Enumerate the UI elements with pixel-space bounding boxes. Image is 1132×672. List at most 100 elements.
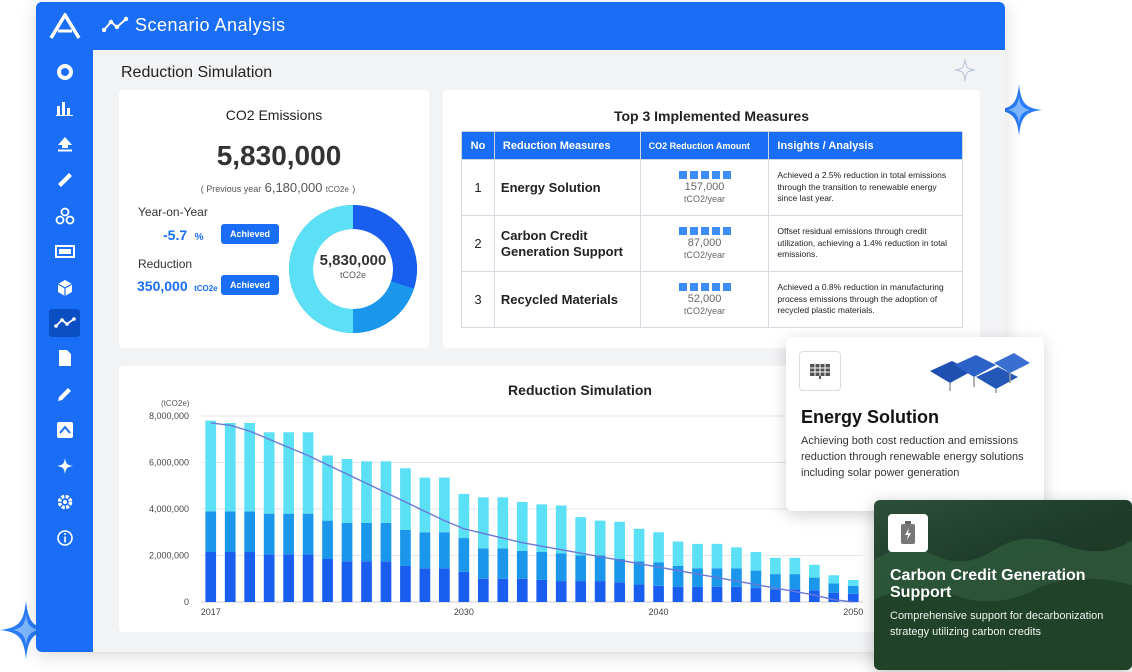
reduction-label: Reduction [138,257,193,271]
bar-segment-2050-0 [847,593,859,602]
sidebar-item-donut[interactable] [49,58,80,86]
bar-segment-2034-1 [536,552,548,580]
bar-segment-2050-1 [847,585,859,594]
bar-segment-2024-2 [341,459,353,523]
col-header-no: No [461,131,495,160]
sidebar-item-scenario[interactable] [49,309,80,337]
sidebar-item-pen[interactable] [49,380,80,408]
prev-year-close: ) [352,184,356,194]
row-number: 1 [461,159,495,216]
sidebar-item-cube[interactable] [49,274,80,302]
donut-segment-secondary [352,280,414,333]
bar-segment-2024-1 [341,522,353,562]
reduction-unit: tCO2/year [684,305,726,316]
bar-segment-2043-0 [711,586,723,602]
bar-segment-2036-2 [575,517,587,556]
measure-name: Carbon Credit Generation Support [493,215,641,272]
carbon-credit-popup[interactable]: Carbon Credit Generation Support Compreh… [874,500,1132,670]
bar-segment-2033-0 [516,578,528,602]
col-header-amount: CO2 Reduction Amount [639,131,770,160]
bar-segment-2045-2 [750,552,762,571]
bar-segment-2046-0 [770,589,781,602]
sidebar-item-image[interactable] [49,416,80,444]
bar-segment-2023-1 [322,520,333,559]
insight-text: Offset residual emissions through credit… [768,215,963,272]
col-header-measures: Reduction Measures [493,131,641,160]
sidebar-item-info[interactable] [49,524,80,552]
bar-segment-2026-1 [380,522,392,562]
bar-segment-2045-0 [750,588,762,602]
bar-segment-2041-0 [672,586,684,602]
cube-icon [57,280,72,296]
energy-solution-popup[interactable]: Energy Solution Achieving both cost redu… [786,337,1044,511]
bar-segment-2019-0 [244,552,256,602]
bar-segment-2019-2 [244,422,256,512]
reduction-achieved-badge: Achieved [221,275,280,295]
sparkle-decoration [954,58,976,82]
sidebar-item-settings[interactable] [49,488,80,516]
line-chart-icon [102,16,129,33]
bar-segment-2017-2 [205,420,217,512]
line-chart-icon [53,317,76,328]
bar-segment-2024-0 [341,561,353,602]
bar-segment-2022-1 [302,513,314,555]
top3-title: Top 3 Implemented Measures [613,108,809,124]
reduction-amount: 157,000 [684,180,725,193]
sidebar-item-network[interactable] [49,202,80,230]
co2-total-value: 5,830,000 [216,140,342,171]
info-icon [56,530,73,546]
bar-segment-2034-0 [536,579,548,602]
x-tick-label: 2040 [649,607,669,617]
bar-segment-2021-1 [283,513,294,555]
bar-segment-2020-1 [263,513,275,555]
row-number: 2 [461,215,495,272]
x-tick-label: 2030 [454,607,474,617]
yoy-unit: % [194,232,204,243]
bar-segment-2049-1 [828,583,840,593]
donut-center-unit: tCO2e [339,270,366,280]
bar-segment-2022-0 [302,554,314,602]
sidebar-item-document[interactable] [49,344,80,372]
bar-segment-2040-0 [653,585,664,602]
amount-squares-icon [641,226,769,235]
bar-segment-2018-1 [224,511,236,553]
donut-chart-icon [56,64,73,80]
reduction-amount-cell: 157,000 tCO2/year [639,159,770,216]
bar-segment-2041-1 [672,565,684,587]
sidebar-item-bar-chart[interactable] [49,94,80,122]
app-logo[interactable] [36,2,93,50]
solar-panels-image [928,349,1032,395]
bar-segment-2037-2 [594,520,606,556]
bar-segment-2029-2 [439,477,450,533]
sidebar-item-upload[interactable] [49,130,80,158]
popup-energy-text: Achieving both cost reduction and emissi… [801,435,1024,479]
bar-segment-2032-0 [497,578,509,602]
co2-card-title: CO2 Emissions [225,107,323,123]
table-row: 3 Recycled Materials 52,000 tCO2/year Ac… [461,271,963,328]
gear-icon [57,494,72,510]
table-row: 2 Carbon Credit Generation Support 87,00… [461,215,963,272]
image-icon [56,422,73,438]
bar-segment-2018-0 [224,552,236,602]
sidebar-item-sparkle[interactable] [49,452,80,480]
bar-segment-2044-0 [731,586,742,602]
reduction-amount-cell: 87,000 tCO2/year [639,215,770,272]
bar-segment-2022-2 [302,432,314,514]
bar-segment-2029-1 [439,532,450,569]
sparkle-icon [56,458,73,474]
y-tick-label: 2,000,000 [149,551,189,561]
page-title: Reduction Simulation [121,64,273,81]
x-tick-label: 2017 [201,607,221,617]
bar-segment-2036-0 [575,581,587,602]
reduction-value-group: 350,000 tCO2e [137,278,218,296]
sidebar-item-ruler[interactable] [49,166,80,194]
bar-segment-2047-2 [789,557,801,575]
previous-year-line: ( Previous year 6,180,000 tCO2e ) [119,180,437,195]
sidebar-item-monitor[interactable] [49,238,80,266]
bar-segment-2033-1 [516,550,528,579]
bar-segment-2023-0 [322,558,333,602]
bar-segment-2020-0 [263,554,275,602]
amount-squares-icon [641,282,769,291]
amount-squares-icon [641,170,769,179]
bar-segment-2031-1 [477,548,489,579]
